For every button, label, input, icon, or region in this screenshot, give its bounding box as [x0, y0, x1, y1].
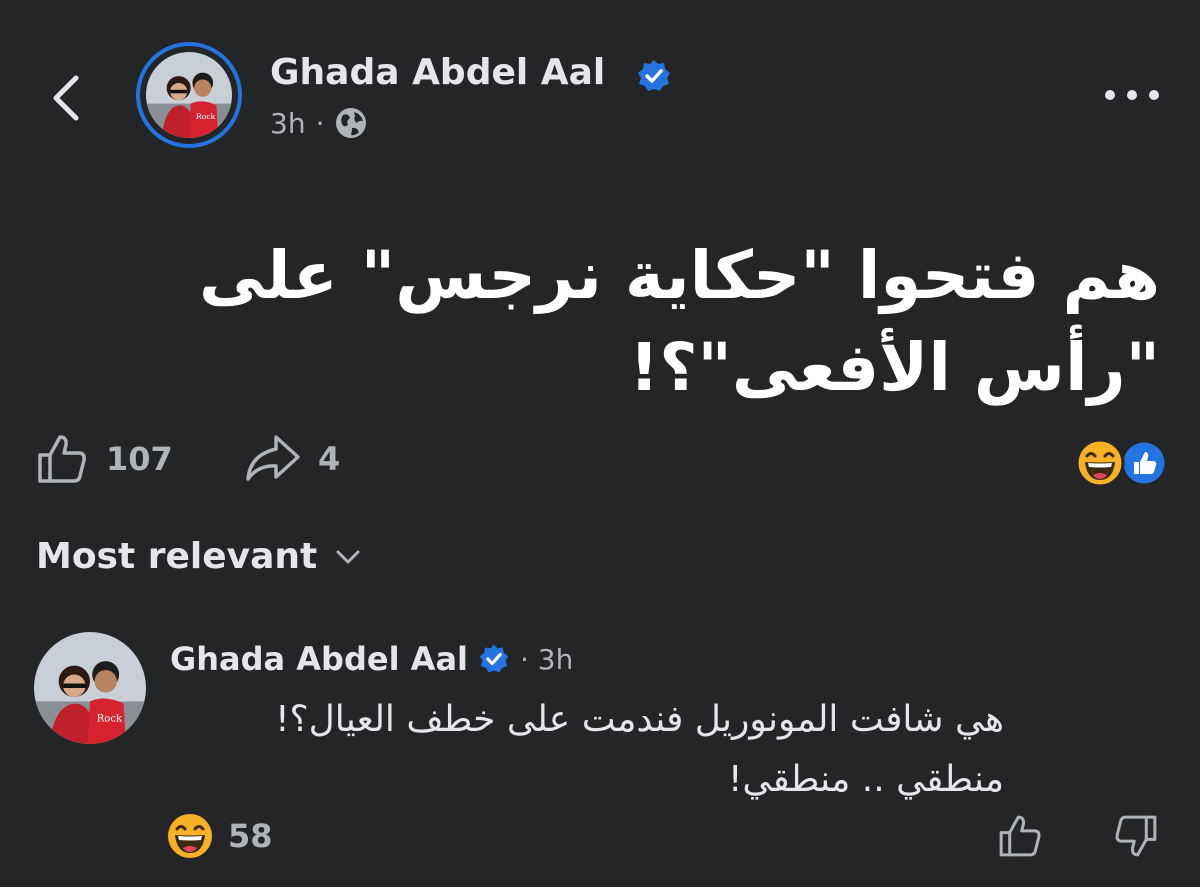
back-button[interactable]: [40, 68, 96, 128]
comment-header: Ghada Abdel Aal · 3h: [170, 640, 573, 678]
meta-separator: ·: [315, 106, 325, 140]
share-button[interactable]: 4: [242, 430, 340, 488]
avatar-photo: Rock: [34, 632, 146, 744]
comment-dislike-button[interactable]: [1112, 812, 1160, 860]
more-dots-icon: [1105, 90, 1159, 100]
svg-text:Rock: Rock: [97, 714, 123, 725]
comment-like-button[interactable]: [996, 812, 1044, 860]
post-text-line-1: هم فتحوا "حكاية نرجس" على: [199, 237, 1160, 314]
like-reaction-icon: [1120, 439, 1168, 487]
post-text: هم فتحوا "حكاية نرجس" على "رأس الأفعى"؟!: [60, 230, 1160, 414]
post-meta: 3h ·: [270, 106, 368, 140]
comment-author[interactable]: Ghada Abdel Aal: [170, 640, 468, 678]
comment-avatar[interactable]: Rock: [34, 632, 146, 744]
comment-time[interactable]: · 3h: [520, 643, 573, 676]
share-arrow-icon: [246, 435, 300, 481]
globe-icon: [336, 108, 367, 138]
post-time[interactable]: 3h: [270, 107, 306, 140]
share-count: 4: [318, 440, 341, 478]
more-options-button[interactable]: [1100, 80, 1164, 110]
svg-text:Rock: Rock: [196, 112, 216, 121]
comment-text-line-2: منطقي .. منطقي!: [728, 759, 1004, 800]
like-button[interactable]: 107: [34, 430, 173, 488]
chevron-down-icon: [336, 550, 360, 563]
thumbs-up-icon: [999, 815, 1041, 857]
comment-text: هي شافت المونوريل فندمت على خطف العيال؟!…: [170, 690, 1004, 810]
avatar-photo: Rock: [146, 52, 232, 138]
author-avatar[interactable]: Rock: [136, 42, 242, 148]
verified-badge-icon: [638, 60, 670, 91]
comment-reaction-count: 58: [228, 817, 273, 855]
chevron-left-icon: [53, 75, 79, 121]
like-count: 107: [106, 440, 173, 478]
thumbs-down-icon: [1115, 815, 1157, 857]
reaction-summary[interactable]: [1074, 438, 1170, 488]
haha-reaction-icon: [168, 814, 212, 858]
thumbs-up-icon: [38, 435, 86, 483]
verified-badge-icon: [479, 644, 509, 673]
sort-label: Most relevant: [36, 536, 318, 577]
haha-reaction-icon: [1075, 438, 1125, 488]
post-text-line-2: "رأس الأفعى"؟!: [629, 329, 1160, 406]
comment-text-line-1: هي شافت المونوريل فندمت على خطف العيال؟!: [275, 699, 1004, 740]
comment-sort-dropdown[interactable]: Most relevant: [36, 536, 361, 577]
comment-reactions[interactable]: 58: [166, 812, 273, 860]
author-name[interactable]: Ghada Abdel Aal: [270, 52, 605, 93]
